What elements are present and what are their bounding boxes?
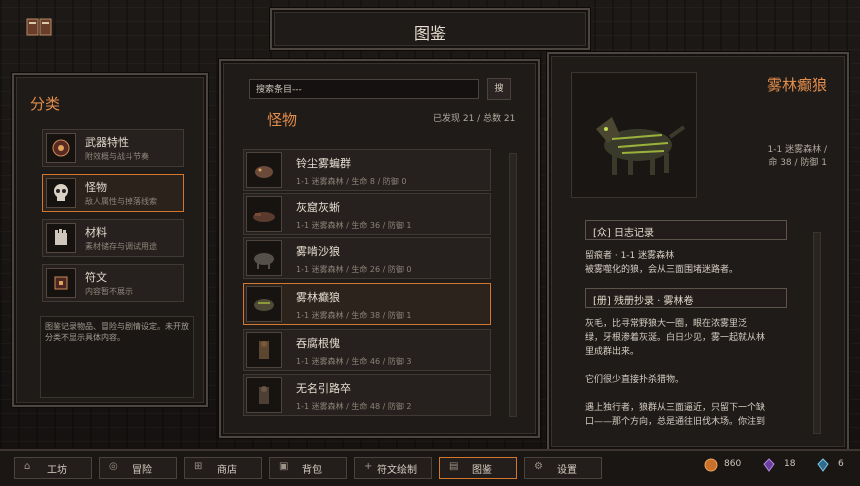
category-materials[interactable]: 材料 素材储存与调试用途 <box>42 219 184 257</box>
excerpt-line: 遇上独行者，狼群从三面逼近，只留下一个缺 <box>585 403 766 413</box>
monster-name: 铃尘雾蝙群 <box>296 157 351 170</box>
title-bar: 图鉴 <box>270 8 590 50</box>
weapon-trait-icon <box>46 133 76 163</box>
skull-icon <box>46 178 76 208</box>
rune-icon <box>46 268 76 298</box>
codex-icon: ▤ <box>449 461 459 472</box>
excerpt-line: 绿，牙根渗着灰涎。白日少见，雾一起就从林 <box>585 333 766 343</box>
discovered-count: 已发现 21 / 总数 21 <box>433 114 516 124</box>
monster-portrait-icon <box>246 240 282 276</box>
category-weapon-traits[interactable]: 武器特性 附效概与战斗节奏 <box>42 129 184 167</box>
monster-detail-location: 1-1 迷雾森林 / <box>767 145 827 155</box>
excerpt-line: 灰毛，比寻常野狼大一圈，眼在浓雾里泛 <box>585 319 748 329</box>
category-runes[interactable]: 符文 内容暂不展示 <box>42 264 184 302</box>
gold-count: 860 <box>724 459 742 469</box>
page-title: 图鉴 <box>413 24 446 43</box>
nav-settings-button[interactable]: ⚙ 设置 <box>524 457 602 479</box>
monster-row[interactable]: 雾啃沙狼 1-1 迷雾森林 / 生命 26 / 防御 0 <box>243 237 491 279</box>
nav-shop-button[interactable]: ⊞ 商店 <box>184 457 262 479</box>
category-name: 材料 <box>85 226 107 239</box>
nav-backpack-button[interactable]: ▣ 背包 <box>269 457 347 479</box>
monster-detail-name: 雾林癫狼 <box>766 76 827 94</box>
purple-crystal-icon <box>763 458 775 472</box>
log-section-header[interactable]: [众] 日志记录 <box>585 220 787 240</box>
monster-name: 吞腐根傀 <box>296 337 340 350</box>
monster-row[interactable]: 灰窟灰蜥 1-1 迷雾森林 / 生命 36 / 防御 1 <box>243 193 491 235</box>
excerpt-line: 口——那个方向，总是通往旧伐木场。你注到 <box>585 417 766 427</box>
monster-row[interactable]: 铃尘雾蝙群 1-1 迷雾森林 / 生命 8 / 防御 0 <box>243 149 491 191</box>
monster-row[interactable]: 无名引路卒 1-1 迷雾森林 / 生命 48 / 防御 2 <box>243 374 491 416</box>
monster-name: 无名引路卒 <box>296 382 351 395</box>
category-desc: 素材储存与调试用途 <box>85 242 157 251</box>
search-box <box>249 79 479 99</box>
monster-portrait-icon <box>246 196 282 232</box>
excerpt-section-title: [册] 残册抄录 · 雾林卷 <box>593 296 694 307</box>
hand-materials-icon <box>46 223 76 253</box>
search-button[interactable]: 搜 <box>487 78 511 100</box>
blue-crystal-count: 6 <box>838 459 844 469</box>
monster-portrait-icon <box>246 286 282 322</box>
excerpt-line: 它们很少直接扑杀猎物。 <box>585 375 685 385</box>
monster-stats: 1-1 迷雾森林 / 生命 36 / 防御 1 <box>296 221 412 230</box>
category-info-text: 图鉴记录物品、冒险与剧情设定。未开放分类不显示具体内容。 <box>40 316 194 398</box>
gear-icon: ⚙ <box>534 461 543 472</box>
monster-portrait-icon <box>246 377 282 413</box>
category-name: 符文 <box>85 271 107 284</box>
monster-name: 灰窟灰蜥 <box>296 201 340 214</box>
monster-stats: 1-1 迷雾森林 / 生命 26 / 防御 0 <box>296 265 412 274</box>
list-scrollbar[interactable] <box>509 153 517 417</box>
category-desc: 附效概与战斗节奏 <box>85 152 149 161</box>
monster-portrait <box>571 72 697 198</box>
category-desc: 内容暂不展示 <box>85 287 133 296</box>
codex-book-icon[interactable] <box>26 17 52 37</box>
search-input[interactable] <box>254 81 478 98</box>
blue-crystal-icon <box>817 458 829 472</box>
monster-detail-panel: 雾林癫狼 1-1 迷雾森林 / 命 38 / 防御 1 [众] 日志记录 留痕者… <box>547 52 849 451</box>
plus-icon: + <box>364 461 373 472</box>
category-heading: 分类 <box>30 95 61 113</box>
monster-detail-stats: 命 38 / 防御 1 <box>768 158 827 168</box>
monster-row[interactable]: 吞腐根傀 1-1 迷雾森林 / 生命 46 / 防御 3 <box>243 329 491 371</box>
category-desc: 敌人属性与掉落线索 <box>85 197 157 206</box>
log-section-title: [众] 日志记录 <box>593 228 654 239</box>
excerpt-section-header[interactable]: [册] 残册抄录 · 雾林卷 <box>585 288 787 308</box>
nav-adventure-button[interactable]: ◎ 冒险 <box>99 457 177 479</box>
monster-name: 雾林癫狼 <box>296 291 340 304</box>
nav-workshop-button[interactable]: ⌂ 工坊 <box>14 457 92 479</box>
monster-stats: 1-1 迷雾森林 / 生命 46 / 防御 3 <box>296 357 412 366</box>
nav-rune-craft-button[interactable]: + 符文绘制 <box>354 457 432 479</box>
monster-stats: 1-1 迷雾森林 / 生命 48 / 防御 2 <box>296 402 412 411</box>
nav-codex-button[interactable]: ▤ 图鉴 <box>439 457 517 479</box>
backpack-icon: ▣ <box>279 461 289 472</box>
wolf-illustration-icon <box>596 117 686 175</box>
monster-portrait-icon <box>246 152 282 188</box>
category-name: 武器特性 <box>85 136 129 149</box>
excerpt-line: 里成群出来。 <box>585 347 640 357</box>
monster-stats: 1-1 迷雾森林 / 生命 38 / 防御 1 <box>296 311 412 320</box>
list-section-title: 怪物 <box>267 111 298 129</box>
monster-list-panel: 搜 怪物 已发现 21 / 总数 21 铃尘雾蝙群 1-1 迷雾森林 / 生命 … <box>219 59 540 438</box>
monster-name: 雾啃沙狼 <box>296 245 340 258</box>
monster-portrait-icon <box>246 332 282 368</box>
adventure-icon: ◎ <box>109 461 118 472</box>
category-name: 怪物 <box>85 181 107 194</box>
detail-scrollbar[interactable] <box>813 232 821 434</box>
purple-crystal-count: 18 <box>784 459 796 469</box>
category-panel: 分类 武器特性 附效概与战斗节奏 怪物 敌人属性与掉落线索 材料 素材储存与调试… <box>12 73 208 407</box>
monster-stats: 1-1 迷雾森林 / 生命 8 / 防御 0 <box>296 177 407 186</box>
category-monsters[interactable]: 怪物 敌人属性与掉落线索 <box>42 174 184 212</box>
log-line: 留痕者 · 1-1 迷雾森林 <box>585 251 675 261</box>
shop-icon: ⊞ <box>194 461 203 472</box>
monster-row-selected[interactable]: 雾林癫狼 1-1 迷雾森林 / 生命 38 / 防御 1 <box>243 283 491 325</box>
log-line: 被雾噬化的狼，会从三面围堵迷路者。 <box>585 265 739 275</box>
workshop-icon: ⌂ <box>24 461 31 472</box>
bottom-nav-bar: ⌂ 工坊 ◎ 冒险 ⊞ 商店 ▣ 背包 + 符文绘制 ▤ 图鉴 ⚙ 设置 860… <box>0 449 860 486</box>
gold-coin-icon <box>704 458 718 472</box>
